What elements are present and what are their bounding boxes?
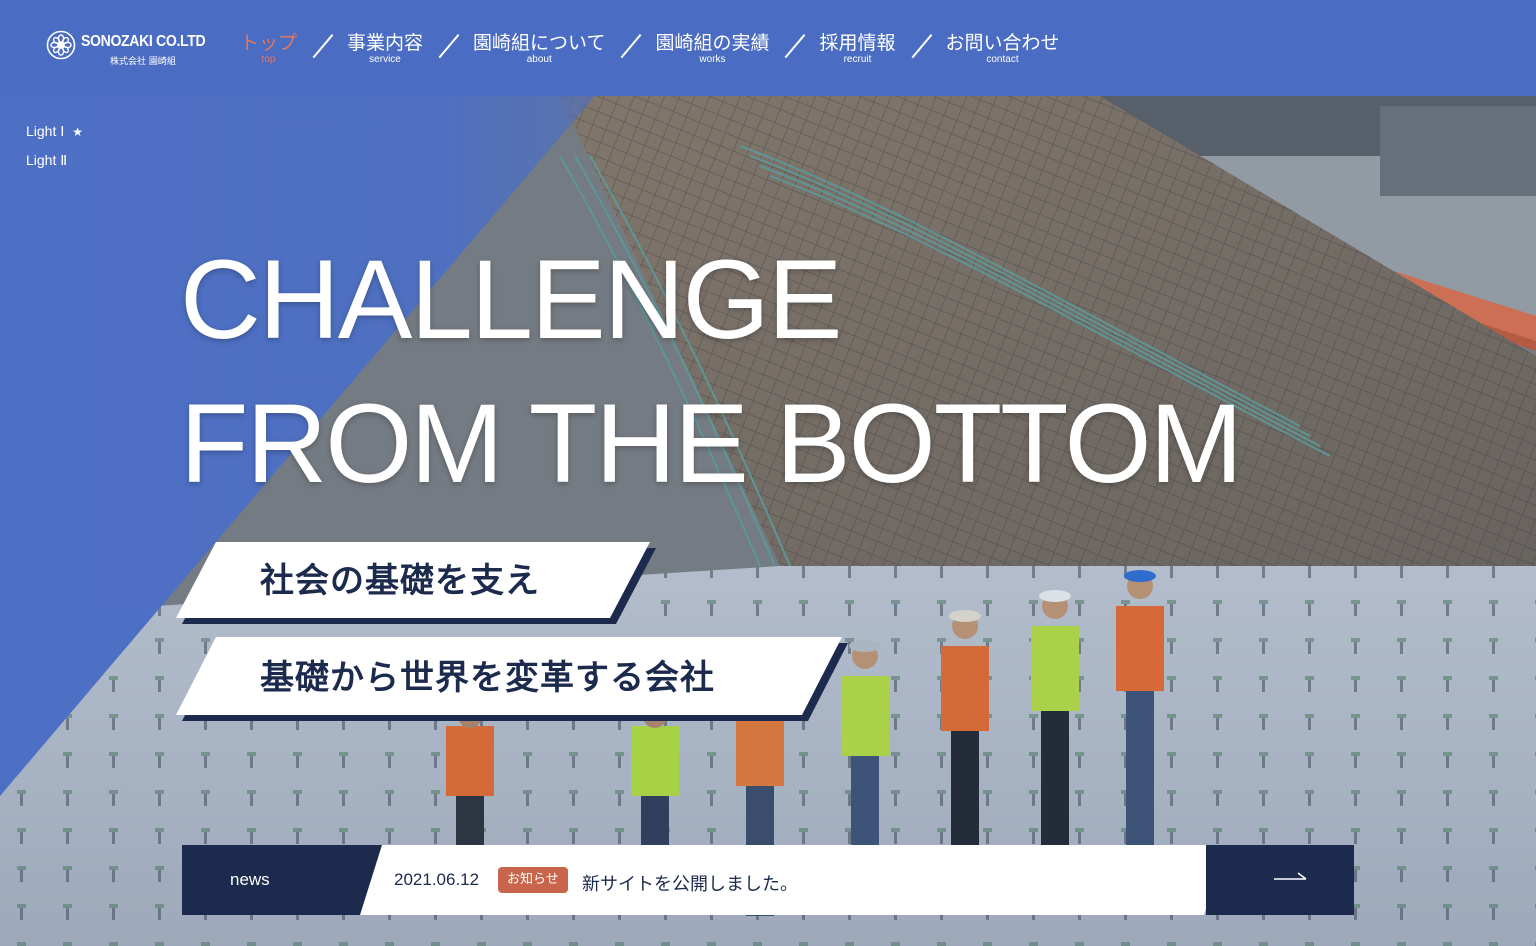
- nav-item-works[interactable]: 園崎組の実績 works: [655, 31, 769, 65]
- slide-item-light-1[interactable]: Light Ⅰ ★: [26, 122, 83, 151]
- nav-slash-divider: [781, 33, 809, 61]
- nav-label-jp: お問い合わせ: [945, 32, 1060, 54]
- nav-label-en: recruit: [843, 54, 872, 65]
- nav-slash-divider: [617, 33, 645, 61]
- nav-label-en: about: [526, 54, 552, 65]
- nav-slash-divider: [309, 33, 337, 61]
- hero-tagline-2: 基礎から世界を変革する会社: [176, 637, 848, 721]
- news-label: news: [230, 870, 270, 889]
- hero-headline-line-1: CHALLENGE: [180, 237, 842, 362]
- slide-label: Light Ⅰ: [26, 123, 65, 139]
- nav-label-en: contact: [986, 54, 1019, 65]
- news-title-link[interactable]: 新サイトを公開しました。: [582, 870, 798, 896]
- news-category-badge: お知らせ: [498, 867, 568, 893]
- nav-slash-divider: [908, 33, 936, 61]
- arrow-right-icon: [1274, 872, 1307, 880]
- nav-label-jp: 事業内容: [347, 32, 424, 54]
- tagline-text: 社会の基礎を支え: [260, 561, 540, 601]
- nav-label-jp: 園崎組について: [473, 32, 606, 54]
- nav-label-jp: トップ: [240, 32, 298, 54]
- slide-item-light-2[interactable]: Light Ⅱ: [26, 151, 83, 180]
- nav-label-en: works: [699, 54, 726, 65]
- site-header: SONOZAKI CO.LTD 株式会社 園崎組 トップ top 事業内容 se…: [0, 0, 1536, 96]
- slide-label: Light Ⅱ: [26, 152, 68, 168]
- nav-item-contact[interactable]: お問い合わせ contact: [946, 31, 1060, 65]
- nav-label-en: top: [261, 54, 276, 65]
- nav-label-jp: 採用情報: [819, 32, 896, 54]
- current-slide-star-icon: ★: [72, 125, 84, 139]
- hero-headline-line-2: FROM THE BOTTOM: [180, 381, 1243, 506]
- news-bar: news 2021.06.12 お知らせ 新サイトを公開しました。: [182, 845, 1354, 915]
- news-more-button[interactable]: [1206, 845, 1354, 915]
- logo-company-subname: 株式会社 園崎組: [110, 57, 176, 67]
- news-label-panel: [182, 845, 382, 915]
- nav-item-service[interactable]: 事業内容 service: [347, 31, 423, 65]
- nav-slash-divider: [435, 33, 463, 61]
- nav-item-top[interactable]: トップ top: [240, 31, 297, 65]
- tagline-text: 基礎から世界を変革する会社: [260, 658, 715, 698]
- flower-emblem-icon: [46, 30, 76, 60]
- hero-slide-selector: Light Ⅰ ★ Light Ⅱ: [26, 122, 83, 180]
- nav-label-jp: 園崎組の実績: [655, 32, 770, 54]
- news-date: 2021.06.12: [394, 870, 480, 889]
- hero-construction-photo: [0, 96, 1536, 946]
- nav-item-recruit[interactable]: 採用情報 recruit: [819, 31, 895, 65]
- site-logo[interactable]: SONOZAKI CO.LTD 株式会社 園崎組: [46, 30, 216, 70]
- nav-item-about[interactable]: 園崎組について about: [473, 31, 605, 65]
- hero-tagline-1: 社会の基礎を支え: [176, 542, 656, 624]
- nav-label-en: service: [369, 54, 401, 65]
- logo-company-name: SONOZAKI CO.LTD: [81, 33, 206, 50]
- hero-section: Light Ⅰ ★ Light Ⅱ CHALLENGE FROM THE BOT…: [0, 96, 1536, 946]
- main-nav: トップ top 事業内容 service 園崎組について about 園崎組の実…: [240, 31, 1060, 71]
